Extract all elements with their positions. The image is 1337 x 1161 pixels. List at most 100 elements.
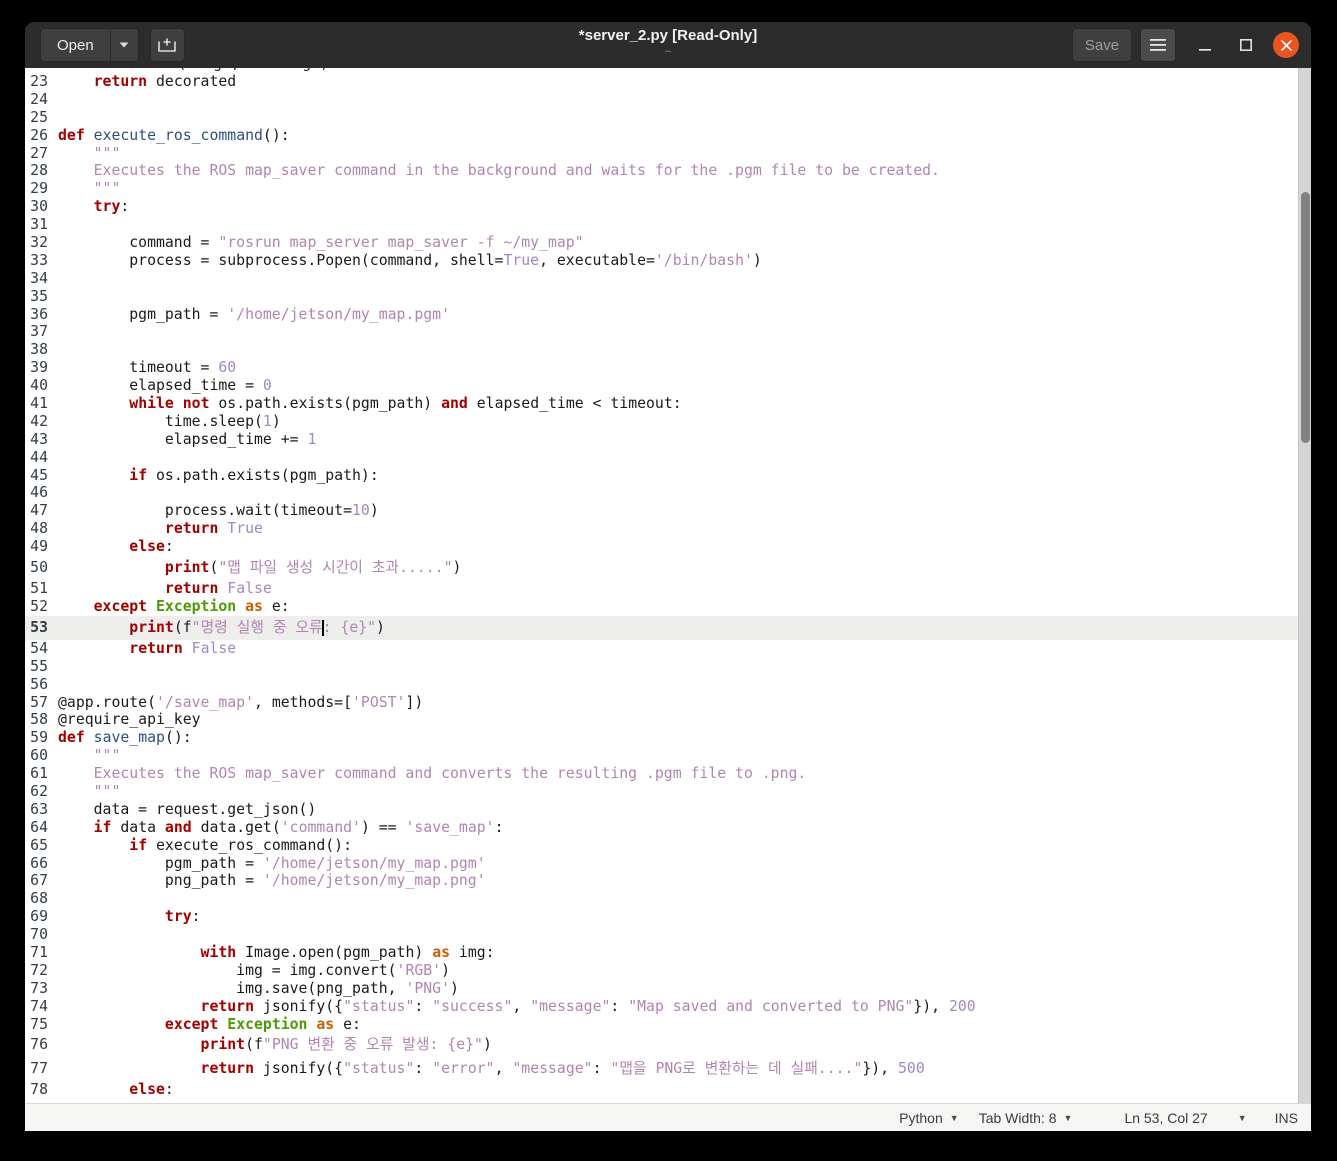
save-button[interactable]: Save [1072,28,1132,62]
line-number: 28 [30,162,48,180]
code-line[interactable]: 38 [25,341,1311,359]
code-line[interactable]: 72 img = img.convert('RGB') [25,962,1311,980]
code-line[interactable]: 40 elapsed_time = 0 [25,377,1311,395]
line-number: 30 [30,198,48,216]
code-line[interactable]: 52 except Exception as e: [25,598,1311,616]
code-line[interactable]: 67 png_path = '/home/jetson/my_map.png' [25,872,1311,890]
code-line[interactable]: 27 """ [25,145,1311,163]
open-split-button: Open [40,28,139,62]
code-line[interactable]: 62 """ [25,783,1311,801]
code-line[interactable]: 77 return jsonify({"status": "error", "m… [25,1057,1311,1081]
line-number: 56 [30,675,48,693]
line-number: 41 [30,395,48,413]
code-line[interactable]: 47 process.wait(timeout=10) [25,502,1311,520]
code-line[interactable]: 71 with Image.open(pgm_path) as img: [25,944,1311,962]
line-number: 69 [30,908,48,926]
code-line[interactable]: 73 img.save(png_path, 'PNG') [25,980,1311,998]
code-line[interactable]: 64 if data and data.get('command') == 's… [25,819,1311,837]
code-line[interactable]: 49 else: [25,538,1311,556]
vertical-scrollbar[interactable] [1298,68,1311,1103]
code-text: if os.path.exists(pgm_path): [129,466,379,484]
code-line[interactable]: 61 Executes the ROS map_saver command an… [25,765,1311,783]
new-document-button[interactable] [149,28,185,62]
code-line[interactable]: 30 try: [25,198,1311,216]
code-text: return False [164,580,272,598]
code-line[interactable]: 46 [25,484,1311,502]
line-number: 29 [30,180,48,198]
code-line[interactable]: 39 timeout = 60 [25,359,1311,377]
code-text: try: [93,198,130,216]
line-number: 57 [30,693,48,711]
code-line[interactable]: 31 [25,216,1311,234]
new-tab-icon [158,37,177,52]
code-line[interactable]: 41 while not os.path.exists(pgm_path) an… [25,395,1311,413]
code-line[interactable]: 74 return jsonify({"status": "success", … [25,998,1311,1016]
line-number: 49 [30,538,48,556]
code-line[interactable]: 29 """ [25,180,1311,198]
code-line[interactable]: 65 if execute_ros_command(): [25,837,1311,855]
code-line[interactable]: 48 return True [25,520,1311,538]
maximize-button[interactable] [1234,33,1258,57]
code-line[interactable]: 53 print(f"명령 실행 중 오류: {e}") [25,615,1311,640]
code-text: if data and data.get('command') == 'save… [93,818,504,836]
code-line[interactable]: 66 pgm_path = '/home/jetson/my_map.pgm' [25,855,1311,873]
code-line[interactable]: 34 [25,270,1311,288]
code-line[interactable]: 51 return False [25,580,1311,598]
code-line[interactable]: 60 """ [25,747,1311,765]
code-line[interactable]: 36 pgm_path = '/home/jetson/my_map.pgm' [25,306,1311,324]
tab-width-label: Tab Width: 8 [978,1109,1057,1126]
code-line[interactable]: 37 [25,323,1311,341]
code-line[interactable]: 43 elapsed_time += 1 [25,431,1311,449]
insert-mode-indicator: INS [1275,1110,1298,1126]
code-line[interactable]: 56 [25,676,1311,694]
scrollbar-thumb[interactable] [1301,192,1310,443]
code-line[interactable]: 55 [25,658,1311,676]
code-line[interactable]: 33 process = subprocess.Popen(command, s… [25,252,1311,270]
code-line[interactable]: 69 try: [25,908,1311,926]
language-selector[interactable]: Python ▼ [899,1110,959,1126]
open-button-label: Open [57,36,94,54]
code-line[interactable]: 59 def save_map(): [25,729,1311,747]
code-line[interactable]: 63 data = request.get_json() [25,801,1311,819]
code-lines: 23 return decorated 24 25 26 def execute_ros… [25,73,1311,1099]
code-text: """ [93,180,121,198]
open-button[interactable]: Open [41,29,110,61]
code-line[interactable]: 35 [25,288,1311,306]
line-number: 36 [30,305,48,323]
code-line[interactable]: 32 command = "rosrun map_server map_save… [25,234,1311,252]
code-line[interactable]: 70 [25,926,1311,944]
code-line[interactable]: 54 return False [25,640,1311,658]
code-line[interactable]: 75 except Exception as e: [25,1016,1311,1034]
line-number: 38 [30,341,48,359]
minimize-button[interactable] [1193,33,1217,57]
code-line[interactable]: 28 Executes the ROS map_saver command in… [25,162,1311,180]
open-dropdown-button[interactable] [109,29,138,61]
text-editor-area[interactable]: return f(*args, **kwargs) 23 return deco… [25,68,1311,1103]
goto-line-dropdown[interactable]: ▼ [1238,1113,1247,1123]
close-button[interactable] [1273,32,1299,58]
code-text: """ [93,747,121,765]
line-number: 50 [30,559,48,577]
line-number: 32 [30,234,48,252]
code-line[interactable]: 24 [25,91,1311,109]
code-line[interactable]: 58 @require_api_key [25,711,1311,729]
code-line[interactable]: 76 print(f"PNG 변환 중 오류 발생: {e}") [25,1033,1311,1057]
code-line[interactable]: 50 print("맵 파일 생성 시간이 초과.....") [25,556,1311,580]
code-line[interactable]: 26 def execute_ros_command(): [25,127,1311,145]
code-text: process.wait(timeout=10) [58,502,379,520]
menu-button[interactable] [1140,28,1176,62]
code-line[interactable]: 25 [25,109,1311,127]
code-line[interactable]: 78 else: [25,1081,1311,1099]
code-line[interactable]: 68 [25,890,1311,908]
code-line[interactable]: 57 @app.route('/save_map', methods=['POST… [25,694,1311,712]
code-text: time.sleep(1) [58,412,281,430]
code-text: try: [164,908,201,926]
line-number: 48 [30,520,48,538]
code-line[interactable]: 45 if os.path.exists(pgm_path): [25,467,1311,485]
code-line[interactable]: 42 time.sleep(1) [25,413,1311,431]
code-line[interactable]: 23 return decorated [25,73,1311,91]
tab-width-selector[interactable]: Tab Width: 8 ▼ [979,1110,1073,1126]
code-text: """ [93,782,121,800]
code-line[interactable]: 44 [25,449,1311,467]
code-text: """ [93,144,121,162]
